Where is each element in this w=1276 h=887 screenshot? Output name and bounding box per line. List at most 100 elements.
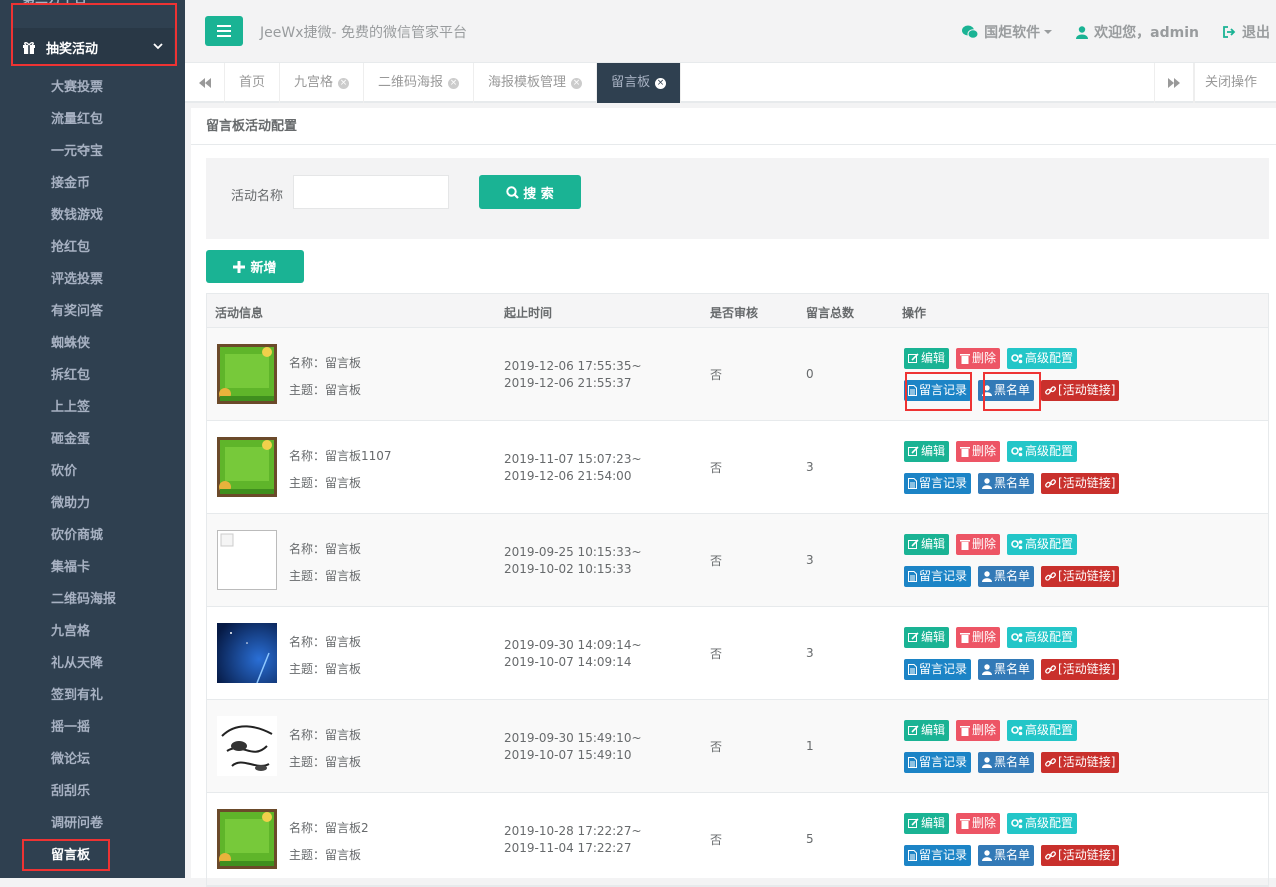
close-operations-dropdown[interactable]: 关闭操作 — [1194, 63, 1276, 126]
link-icon — [1045, 757, 1058, 768]
advanced-config-button[interactable]: 高级配置 — [1007, 627, 1078, 648]
activity-link-button[interactable]: [活动链接] — [1041, 566, 1120, 587]
sidebar-item[interactable]: 微论坛 — [0, 744, 185, 776]
menu-toggle-button[interactable] — [205, 16, 243, 46]
sidebar-item[interactable]: 二维码海报 — [0, 584, 185, 616]
search-label: 活动名称 — [231, 189, 284, 204]
search-button[interactable]: 搜 索 — [479, 175, 581, 209]
edit-button-label: 编辑 — [921, 723, 946, 737]
activity-theme: 主题：留言板 — [289, 662, 362, 676]
tab-scroll-right-button[interactable] — [1154, 63, 1194, 103]
tab[interactable]: 二维码海报 × — [364, 63, 475, 103]
sidebar-item[interactable]: 一元夺宝 — [0, 136, 185, 168]
close-icon[interactable]: × — [338, 77, 350, 89]
activity-table: 活动信息 起止时间 是否审核 留言总数 操作 名称：留言板 主题：留言板 2019-… — [206, 293, 1269, 887]
sidebar-item[interactable]: 调研问卷 — [0, 808, 185, 840]
tab-label: 留言板 — [611, 75, 651, 90]
edit-button[interactable]: 编辑 — [904, 441, 950, 462]
link-icon — [1045, 571, 1058, 582]
start-time: 2019-09-30 14:09:14~ — [504, 638, 642, 652]
message-record-button[interactable]: 留言记录 — [904, 845, 972, 866]
advanced-config-button[interactable]: 高级配置 — [1007, 813, 1078, 834]
delete-button[interactable]: 删除 — [956, 813, 1001, 834]
activity-link-button[interactable]: [活动链接] — [1041, 659, 1120, 680]
edit-button[interactable]: 编辑 — [904, 720, 950, 741]
activity-link-button[interactable]: [活动链接] — [1041, 752, 1120, 773]
table-header: 活动信息 起止时间 是否审核 留言总数 操作 — [207, 294, 1268, 328]
blacklist-button[interactable]: 黑名单 — [978, 566, 1035, 587]
blacklist-button[interactable]: 黑名单 — [978, 659, 1035, 680]
delete-button-label: 删除 — [972, 816, 997, 830]
activity-link-button[interactable]: [活动链接] — [1041, 845, 1120, 866]
blacklist-button[interactable]: 黑名单 — [978, 473, 1035, 494]
message-record-button[interactable]: 留言记录 — [904, 473, 972, 494]
sidebar-item[interactable]: 砍价 — [0, 456, 185, 488]
logout-link[interactable]: 退出 — [1223, 22, 1270, 42]
sidebar-item[interactable]: 砸金蛋 — [0, 424, 185, 456]
del-icon — [960, 818, 972, 829]
sidebar-item[interactable]: 抢红包 — [0, 232, 185, 264]
edit-button[interactable]: 编辑 — [904, 534, 950, 555]
del-icon — [960, 539, 972, 550]
tab[interactable]: 九宫格 × — [280, 63, 365, 103]
activity-theme: 主题：留言板 — [289, 848, 362, 862]
delete-button[interactable]: 删除 — [956, 348, 1001, 369]
activity-name: 名称：留言板2 — [289, 821, 369, 835]
message-record-button[interactable]: 留言记录 — [904, 752, 972, 773]
sidebar-item[interactable]: 接金币 — [0, 168, 185, 200]
advanced-config-button[interactable]: 高级配置 — [1007, 441, 1078, 462]
start-time: 2019-09-25 10:15:33~ — [504, 545, 642, 559]
add-button[interactable]: 新增 — [206, 250, 304, 283]
sidebar-item[interactable]: 流量红包 — [0, 104, 185, 136]
company-menu[interactable]: 国炬软件 — [962, 22, 1053, 42]
advanced-config-button[interactable]: 高级配置 — [1007, 534, 1078, 555]
blacklist-button[interactable]: 黑名单 — [978, 845, 1035, 866]
sidebar-item[interactable]: 刮刮乐 — [0, 776, 185, 808]
sidebar-item[interactable]: 九宫格 — [0, 616, 185, 648]
delete-button[interactable]: 删除 — [956, 720, 1001, 741]
tab[interactable]: 留言板 × — [597, 63, 682, 103]
table-row: 名称：留言板 主题：留言板 2019-12-06 17:55:35~ 2019-12-… — [207, 328, 1268, 421]
sidebar-item[interactable]: 数钱游戏 — [0, 200, 185, 232]
sidebar-item[interactable]: 大赛投票 — [0, 72, 185, 104]
sidebar-item[interactable]: 摇一摇 — [0, 712, 185, 744]
sidebar-item[interactable]: 评选投票 — [0, 264, 185, 296]
sidebar-item[interactable]: 礼从天降 — [0, 648, 185, 680]
message-record-button[interactable]: 留言记录 — [904, 659, 972, 680]
activity-link-button[interactable]: [活动链接] — [1041, 473, 1120, 494]
edit-button[interactable]: 编辑 — [904, 813, 950, 834]
blacklist-button[interactable]: 黑名单 — [978, 752, 1035, 773]
sidebar-item[interactable]: 微助力 — [0, 488, 185, 520]
col-activity-info: 活动信息 — [215, 306, 264, 320]
sidebar-item[interactable]: 上上签 — [0, 392, 185, 424]
sidebar-item[interactable]: 蜘蛛侠 — [0, 328, 185, 360]
delete-button[interactable]: 删除 — [956, 441, 1001, 462]
activity-link-button[interactable]: [活动链接] — [1041, 380, 1120, 401]
edit-button-label: 编辑 — [921, 351, 946, 365]
user-welcome[interactable]: 欢迎您，admin — [1076, 22, 1199, 42]
tab[interactable]: 首页 — [225, 63, 281, 103]
tab[interactable]: 海报模板管理 × — [474, 63, 598, 103]
sidebar-item[interactable]: 砍价商城 — [0, 520, 185, 552]
close-icon[interactable]: × — [571, 77, 583, 89]
edit-button[interactable]: 编辑 — [904, 627, 950, 648]
message-record-button[interactable]: 留言记录 — [904, 566, 972, 587]
close-icon[interactable]: × — [655, 77, 667, 89]
advanced-config-button[interactable]: 高级配置 — [1007, 720, 1078, 741]
tab-scroll-left-button[interactable] — [185, 63, 225, 103]
tab-label: 海报模板管理 — [488, 75, 567, 90]
edit-button[interactable]: 编辑 — [904, 348, 950, 369]
activity-link-button-label: [活动链接] — [1058, 662, 1116, 676]
delete-button[interactable]: 删除 — [956, 534, 1001, 555]
advanced-config-button[interactable]: 高级配置 — [1007, 348, 1078, 369]
wechat-icon — [962, 25, 979, 39]
sidebar-item[interactable]: 签到有礼 — [0, 680, 185, 712]
sidebar-item[interactable]: 集福卡 — [0, 552, 185, 584]
delete-button[interactable]: 删除 — [956, 627, 1001, 648]
activity-link-button-label: [活动链接] — [1058, 383, 1116, 397]
sidebar-item[interactable]: 有奖问答 — [0, 296, 185, 328]
activity-name-input[interactable] — [293, 175, 449, 209]
close-icon[interactable]: × — [448, 77, 460, 89]
sidebar-item[interactable]: 拆红包 — [0, 360, 185, 392]
del-icon — [960, 725, 972, 736]
